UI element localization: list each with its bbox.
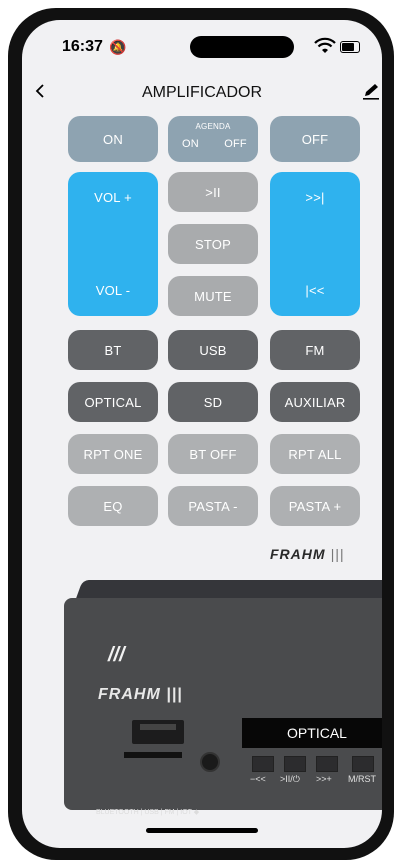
fm-button[interactable]: FM bbox=[270, 330, 360, 370]
on-button[interactable]: ON bbox=[68, 116, 158, 162]
app-screen: 16:37 🔕 AMPLIFICADOR ON AGENDA ON OFF OF… bbox=[22, 20, 382, 848]
auxiliar-label: AUXILIAR bbox=[284, 394, 346, 410]
sd-button[interactable]: SD bbox=[168, 382, 258, 422]
agenda-toggle[interactable]: AGENDA ON OFF bbox=[168, 116, 258, 162]
play-pause-button[interactable]: >II bbox=[168, 172, 258, 212]
device-button-next bbox=[316, 756, 338, 772]
rpt-one-label: RPT ONE bbox=[83, 446, 143, 462]
brand-name: FRAHM bbox=[270, 546, 326, 562]
bt-button[interactable]: BT bbox=[68, 330, 158, 370]
fm-label: FM bbox=[305, 342, 325, 358]
amplifier-brand-text: FRAHM bbox=[98, 686, 161, 703]
bt-label: BT bbox=[104, 342, 122, 358]
volume-control: VOL + VOL - bbox=[68, 172, 158, 316]
brand-logo: FRAHM ||| bbox=[270, 546, 345, 562]
amplifier-brand: FRAHM ||| bbox=[98, 686, 183, 703]
prev-track-button[interactable]: |<< bbox=[305, 283, 324, 298]
phone-frame: 16:37 🔕 AMPLIFICADOR ON AGENDA ON OFF OF… bbox=[0, 0, 407, 867]
auxiliar-button[interactable]: AUXILIAR bbox=[270, 382, 360, 422]
status-time: 16:37 bbox=[62, 38, 103, 55]
amplifier-device-image: /// FRAHM ||| OPTICAL −<< >II/⏻ >>+ M/RS… bbox=[64, 580, 382, 816]
battery-icon bbox=[340, 41, 360, 53]
agenda-options: ON OFF bbox=[168, 138, 258, 150]
stop-label: STOP bbox=[195, 236, 231, 252]
rpt-all-label: RPT ALL bbox=[288, 446, 342, 462]
play-pause-label: >II bbox=[205, 184, 221, 200]
bt-off-label: BT OFF bbox=[189, 446, 237, 462]
next-track-button[interactable]: >>| bbox=[305, 190, 324, 205]
wifi-icon bbox=[314, 37, 336, 53]
sd-slot bbox=[124, 752, 182, 758]
rpt-all-button[interactable]: RPT ALL bbox=[270, 434, 360, 474]
dynamic-island bbox=[190, 36, 294, 58]
eq-button[interactable]: EQ bbox=[68, 486, 158, 526]
device-button-mode bbox=[352, 756, 374, 772]
aux-jack bbox=[200, 752, 220, 772]
device-footer: BLUETOOTH | USB | FM | IOT ◆ bbox=[96, 809, 200, 816]
off-button-label: OFF bbox=[301, 131, 329, 147]
on-button-label: ON bbox=[103, 131, 123, 147]
pasta-plus-button[interactable]: PASTA + bbox=[270, 486, 360, 526]
page-title: AMPLIFICADOR bbox=[141, 84, 262, 101]
device-label-mode: M/RST bbox=[348, 774, 376, 784]
agenda-off-button[interactable]: OFF bbox=[213, 138, 258, 150]
agenda-label: AGENDA bbox=[195, 122, 231, 131]
pasta-plus-label: PASTA + bbox=[288, 498, 342, 514]
device-display: OPTICAL bbox=[242, 718, 382, 748]
usb-label: USB bbox=[199, 342, 227, 358]
vol-plus-button[interactable]: VOL + bbox=[94, 190, 132, 205]
eq-label: EQ bbox=[103, 498, 123, 514]
usb-port bbox=[132, 720, 184, 744]
device-footer-text: BLUETOOTH | USB | FM | IOT bbox=[96, 809, 192, 816]
usb-button[interactable]: USB bbox=[168, 330, 258, 370]
pasta-minus-button[interactable]: PASTA - bbox=[168, 486, 258, 526]
track-control: >>| |<< bbox=[270, 172, 360, 316]
pencil-icon[interactable] bbox=[362, 82, 380, 100]
device-label-prev: −<< bbox=[250, 774, 266, 784]
optical-label: OPTICAL bbox=[84, 394, 142, 410]
device-label-play: >II/⏻ bbox=[280, 774, 300, 784]
pasta-minus-label: PASTA - bbox=[188, 498, 238, 514]
amplifier-emblem-icon: /// bbox=[108, 644, 125, 666]
mute-button[interactable]: MUTE bbox=[168, 276, 258, 316]
device-button-play bbox=[284, 756, 306, 772]
amplifier-front-panel: /// FRAHM ||| OPTICAL −<< >II/⏻ >>+ M/RS… bbox=[64, 598, 382, 816]
bell-slash-icon: 🔕 bbox=[109, 39, 127, 55]
agenda-on-button[interactable]: ON bbox=[168, 138, 213, 150]
bt-off-button[interactable]: BT OFF bbox=[168, 434, 258, 474]
device-label-next: >>+ bbox=[316, 774, 332, 784]
sd-label: SD bbox=[203, 394, 223, 410]
off-button[interactable]: OFF bbox=[270, 116, 360, 162]
vol-minus-button[interactable]: VOL - bbox=[96, 283, 130, 298]
nav-header: AMPLIFICADOR bbox=[22, 80, 382, 110]
optical-button[interactable]: OPTICAL bbox=[68, 382, 158, 422]
stop-button[interactable]: STOP bbox=[168, 224, 258, 264]
device-display-text: OPTICAL bbox=[287, 725, 347, 741]
mute-label: MUTE bbox=[194, 288, 232, 304]
rpt-one-button[interactable]: RPT ONE bbox=[68, 434, 158, 474]
device-button-prev bbox=[252, 756, 274, 772]
home-indicator[interactable] bbox=[146, 828, 258, 833]
